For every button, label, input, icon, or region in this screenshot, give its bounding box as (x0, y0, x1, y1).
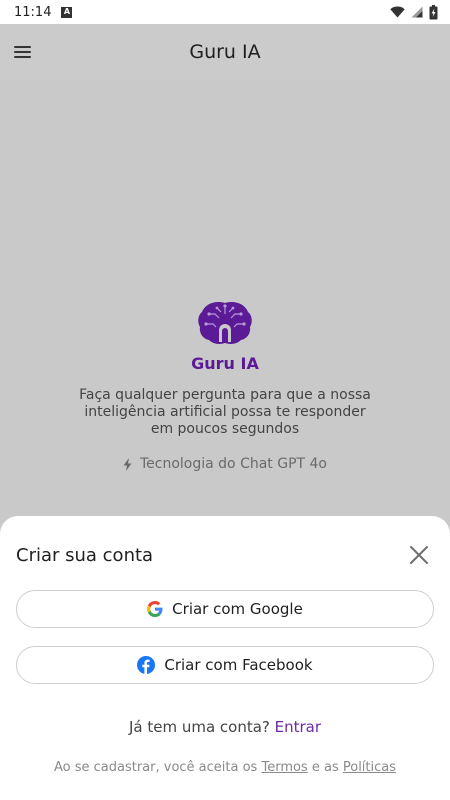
sheet-title: Criar sua conta (16, 545, 154, 566)
hero-tech-line: Tecnologia do Chat GPT 4o (123, 456, 327, 472)
legal-disclaimer: Ao se cadastrar, você aceita os Termos e… (0, 760, 450, 775)
signup-bottom-sheet: Criar sua conta Criar com Google Criar c… (0, 516, 450, 800)
hero-app-name: Guru IA (191, 354, 259, 373)
app-bar: Guru IA (0, 24, 450, 80)
status-left: 11:14 A (14, 4, 73, 20)
login-link[interactable]: Entrar (275, 718, 321, 736)
app-title: Guru IA (189, 41, 261, 63)
lightning-bolt-icon (123, 457, 132, 471)
google-button-label: Criar com Google (172, 600, 303, 618)
create-with-google-button[interactable]: Criar com Google (16, 590, 434, 628)
hamburger-menu-icon[interactable] (14, 42, 34, 62)
signal-icon (411, 6, 423, 18)
hero-section: Guru IA Faça qualquer pergunta para que … (0, 300, 450, 472)
status-bar: 11:14 A (0, 0, 450, 24)
hero-description: Faça qualquer pergunta para que a nossa … (79, 387, 371, 437)
facebook-button-label: Criar com Facebook (164, 656, 313, 674)
status-time: 11:14 (14, 4, 52, 20)
facebook-icon (137, 656, 156, 674)
legal-prefix: Ao se cadastrar, você aceita os (53, 760, 262, 775)
battery-icon (429, 4, 438, 19)
login-prompt-line: Já tem uma conta? Entrar (0, 718, 450, 736)
google-g-icon (147, 601, 163, 617)
notification-a-icon: A (61, 6, 73, 18)
hero-tech-text: Tecnologia do Chat GPT 4o (139, 456, 328, 472)
legal-mid: e as (307, 760, 343, 775)
close-icon[interactable] (408, 544, 430, 566)
terms-link[interactable]: Termos (261, 760, 307, 775)
wifi-icon (390, 6, 405, 18)
login-prompt-text: Já tem uma conta? (128, 718, 275, 736)
brain-chip-logo-icon (198, 302, 252, 344)
status-right (390, 4, 438, 20)
screen: 11:14 A Guru IA Guru IA Faça qualquer pe… (0, 0, 450, 800)
create-with-facebook-button[interactable]: Criar com Facebook (16, 646, 434, 684)
policies-link[interactable]: Políticas (343, 760, 396, 775)
